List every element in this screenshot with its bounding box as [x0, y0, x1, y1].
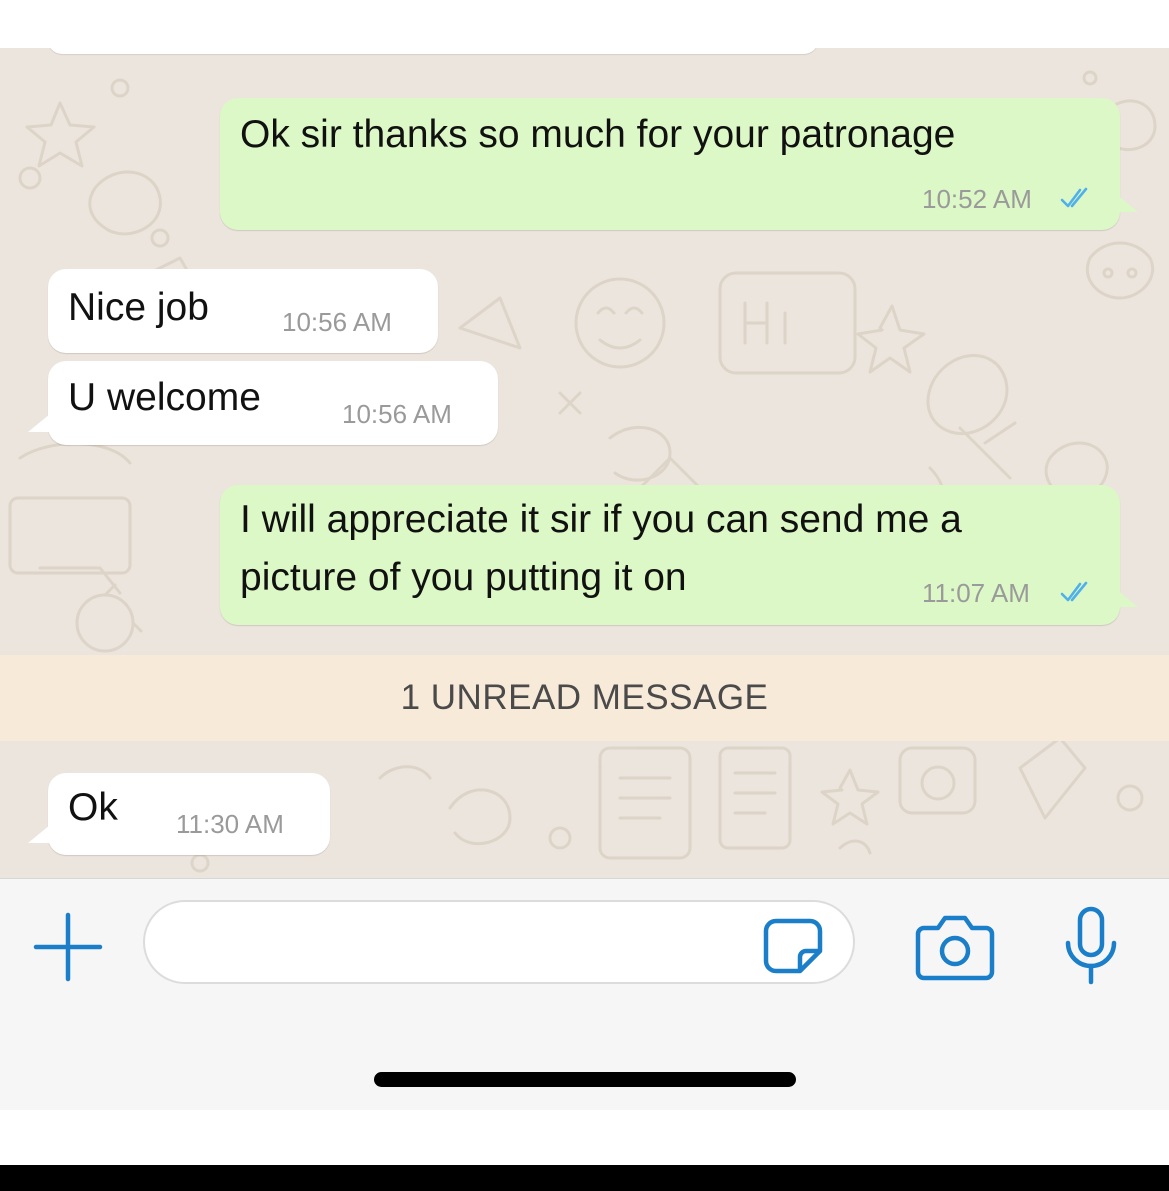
message-text-line-1: I will appreciate it sir if you can send… [240, 498, 962, 541]
read-receipt-icon [1060, 581, 1088, 602]
message-text: U welcome [68, 376, 261, 419]
unread-messages-label: 1 UNREAD MESSAGE [400, 678, 769, 717]
outgoing-message-bubble[interactable]: Ok sir thanks so much for your patronage… [220, 98, 1120, 230]
message-composer [0, 878, 1169, 1111]
bottom-margin [0, 1110, 1169, 1165]
bubble-tail [1116, 194, 1138, 212]
camera-icon[interactable] [914, 910, 996, 982]
bubble-tail [1116, 589, 1138, 607]
top-strip [0, 0, 1169, 48]
message-text: Nice job [68, 286, 209, 329]
message-text: Ok [68, 786, 118, 829]
microphone-icon[interactable] [1060, 905, 1122, 987]
chat-area[interactable]: Ok sir thanks so much for your patronage… [0, 48, 1169, 878]
plus-icon[interactable] [30, 909, 106, 985]
bottom-black-bar [0, 1165, 1169, 1191]
bubble-tail [28, 414, 50, 432]
bubble-tail [28, 825, 50, 843]
incoming-message-bubble[interactable]: Ok 11:30 AM [48, 773, 330, 855]
read-receipt-icon [1060, 187, 1088, 208]
home-indicator[interactable] [374, 1072, 796, 1087]
incoming-message-bubble[interactable]: Nice job 10:56 AM [48, 269, 438, 353]
message-text-line-2: picture of you putting it on [240, 556, 687, 599]
outgoing-message-bubble[interactable]: I will appreciate it sir if you can send… [220, 485, 1120, 625]
unread-messages-divider: 1 UNREAD MESSAGE [0, 655, 1169, 741]
message-time: 10:56 AM [282, 307, 392, 337]
message-time: 11:07 AM [922, 578, 1030, 608]
message-time: 11:30 AM [176, 809, 284, 839]
previous-message-bubble-edge [48, 48, 818, 54]
message-time: 10:52 AM [922, 184, 1032, 214]
message-time: 10:56 AM [342, 399, 452, 429]
incoming-message-bubble[interactable]: U welcome 10:56 AM [48, 361, 498, 445]
message-input[interactable] [143, 900, 855, 984]
sticker-icon[interactable] [762, 917, 824, 975]
message-text: Ok sir thanks so much for your patronage [240, 113, 956, 156]
